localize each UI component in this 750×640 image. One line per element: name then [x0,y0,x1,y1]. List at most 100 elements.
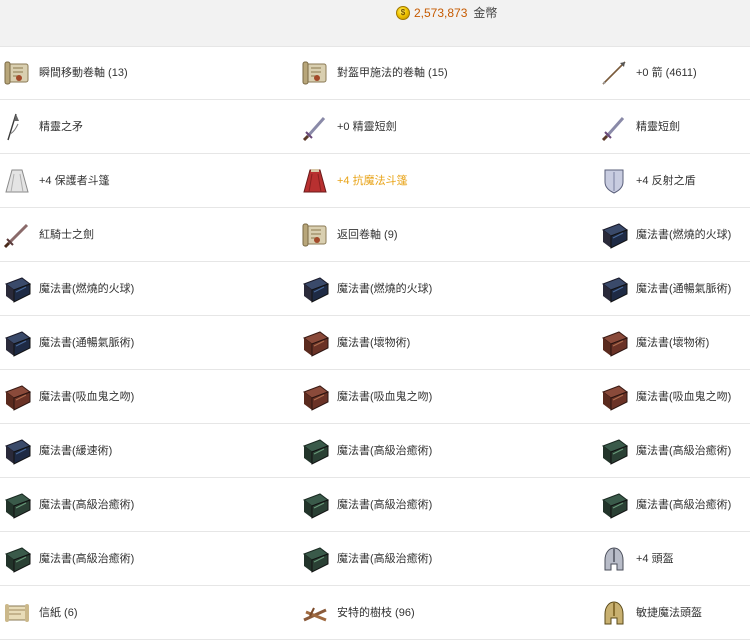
inventory-item[interactable]: 魔法書(緩速術) [0,424,298,477]
item-label: 魔法書(通暢氣脈術) [39,336,135,349]
inventory-item[interactable]: 魔法書(高級治癒術) [0,478,298,531]
item-label: 魔法書(吸血鬼之吻) [636,390,732,403]
dagger-icon [299,111,331,143]
item-row: 魔法書(緩速術) 魔法書(高級治癒術) 魔法書(高級治癒術) [0,424,750,478]
item-row: +4 保護者斗篷 +4 抗魔法斗篷 +4 反射之盾 [0,154,750,208]
gold-summary: $ 2,573,873 金幣 [396,5,497,21]
item-label: 魔法書(吸血鬼之吻) [337,390,433,403]
item-row: 信紙 (6) 安特的樹枝 (96) 敏捷魔法頭盔 [0,586,750,640]
item-row: 瞬間移動卷軸 (13) 對盔甲施法的卷軸 (15) +0 箭 (4611) [0,46,750,100]
book-dark-icon [598,219,630,251]
inventory-item[interactable]: 魔法書(壞物術) [597,316,750,369]
item-label: 魔法書(高級治癒術) [39,552,135,565]
item-label: +4 抗魔法斗篷 [337,174,408,187]
item-label: +0 箭 (4611) [636,66,697,79]
inventory-item[interactable]: 敏捷魔法頭盔 [597,586,750,639]
item-row: 魔法書(高級治癒術) 魔法書(高級治癒術) 魔法書(高級治癒術) [0,478,750,532]
cloak-white-icon [1,165,33,197]
inventory-item[interactable]: 魔法書(吸血鬼之吻) [298,370,597,423]
item-label: 魔法書(緩速術) [39,444,113,457]
book-green-icon [299,489,331,521]
inventory-item[interactable]: 瞬間移動卷軸 (13) [0,46,298,99]
book-dark-icon [299,273,331,305]
inventory-item[interactable]: 魔法書(高級治癒術) [298,532,597,585]
item-row: 魔法書(通暢氣脈術) 魔法書(壞物術) 魔法書(壞物術) [0,316,750,370]
item-label: 魔法書(吸血鬼之吻) [39,390,135,403]
item-label: +0 精靈短劍 [337,120,397,133]
item-label: 敏捷魔法頭盔 [636,606,702,619]
inventory-item[interactable]: 精靈之矛 [0,100,298,153]
inventory-item[interactable]: 魔法書(高級治癒術) [0,532,298,585]
inventory-item[interactable]: +0 精靈短劍 [298,100,597,153]
dagger-icon [598,111,630,143]
item-label: 魔法書(壞物術) [636,336,710,349]
inventory-item[interactable]: 魔法書(高級治癒術) [597,424,750,477]
scroll-icon [299,57,331,89]
item-label: 魔法書(通暢氣脈術) [636,282,732,295]
gold-coin-icon: $ [396,6,410,20]
cloak-red-icon [299,165,331,197]
inventory-item[interactable]: 魔法書(高級治癒術) [298,478,597,531]
gold-unit-label: 金幣 [473,6,498,20]
inventory-item[interactable]: +4 頭盔 [597,532,750,585]
item-label: 魔法書(高級治癒術) [337,498,433,511]
inventory-item[interactable]: 魔法書(吸血鬼之吻) [597,370,750,423]
inventory-item[interactable]: 紅騎士之劍 [0,208,298,261]
item-label: 安特的樹枝 (96) [337,606,415,619]
item-label: 魔法書(燃燒的火球) [636,228,732,241]
gold-summary-bar: $ 2,573,873 金幣 [0,0,750,47]
item-label: 魔法書(高級治癒術) [337,444,433,457]
inventory-grid: 瞬間移動卷軸 (13) 對盔甲施法的卷軸 (15) +0 箭 (4611) 精靈之矛 +… [0,46,750,640]
helmet-icon [598,543,630,575]
inventory-item[interactable]: 魔法書(高級治癒術) [298,424,597,477]
item-label: 魔法書(壞物術) [337,336,411,349]
item-label: 紅騎士之劍 [39,228,94,241]
inventory-item[interactable]: +4 反射之盾 [597,154,750,207]
item-row: 精靈之矛 +0 精靈短劍 精靈短劍 [0,100,750,154]
inventory-item[interactable]: 返回卷軸 (9) [298,208,597,261]
item-label: 魔法書(高級治癒術) [636,444,732,457]
inventory-item[interactable]: 魔法書(壞物術) [298,316,597,369]
inventory-item[interactable]: +0 箭 (4611) [597,46,750,99]
item-label: +4 頭盔 [636,552,674,565]
item-label: 對盔甲施法的卷軸 (15) [337,66,448,79]
inventory-item[interactable]: 魔法書(通暢氣脈術) [597,262,750,315]
letter-icon [1,597,33,629]
inventory-item[interactable]: 魔法書(燃燒的火球) [0,262,298,315]
item-label: 信紙 (6) [39,606,78,619]
item-row: 魔法書(燃燒的火球) 魔法書(燃燒的火球) 魔法書(通暢氣脈術) [0,262,750,316]
scroll-icon [1,57,33,89]
inventory-item[interactable]: 魔法書(燃燒的火球) [597,208,750,261]
item-label: 返回卷軸 (9) [337,228,398,241]
book-brown-icon [598,381,630,413]
book-green-icon [1,489,33,521]
inventory-item[interactable]: +4 保護者斗篷 [0,154,298,207]
book-green-icon [598,489,630,521]
item-label: 魔法書(高級治癒術) [636,498,732,511]
book-brown-icon [299,381,331,413]
inventory-item[interactable]: 魔法書(燃燒的火球) [298,262,597,315]
inventory-item[interactable]: +4 抗魔法斗篷 [298,154,597,207]
inventory-item[interactable]: 信紙 (6) [0,586,298,639]
book-dark-icon [1,327,33,359]
item-label: 精靈之矛 [39,120,83,133]
item-row: 紅騎士之劍 返回卷軸 (9) 魔法書(燃燒的火球) [0,208,750,262]
item-row: 魔法書(吸血鬼之吻) 魔法書(吸血鬼之吻) 魔法書(吸血鬼之吻) [0,370,750,424]
book-dark-icon [598,273,630,305]
inventory-item[interactable]: 魔法書(吸血鬼之吻) [0,370,298,423]
item-label: 魔法書(燃燒的火球) [39,282,135,295]
inventory-item[interactable]: 魔法書(通暢氣脈術) [0,316,298,369]
branch-icon [299,597,331,629]
item-label: 魔法書(高級治癒術) [39,498,135,511]
inventory-item[interactable]: 魔法書(高級治癒術) [597,478,750,531]
book-brown-icon [299,327,331,359]
book-brown-icon [598,327,630,359]
item-label: 瞬間移動卷軸 (13) [39,66,128,79]
inventory-item[interactable]: 對盔甲施法的卷軸 (15) [298,46,597,99]
inventory-item[interactable]: 安特的樹枝 (96) [298,586,597,639]
inventory-item[interactable]: 精靈短劍 [597,100,750,153]
item-row: 魔法書(高級治癒術) 魔法書(高級治癒術) +4 頭盔 [0,532,750,586]
item-label: +4 保護者斗篷 [39,174,110,187]
item-label: 魔法書(高級治癒術) [337,552,433,565]
book-dark-icon [1,435,33,467]
